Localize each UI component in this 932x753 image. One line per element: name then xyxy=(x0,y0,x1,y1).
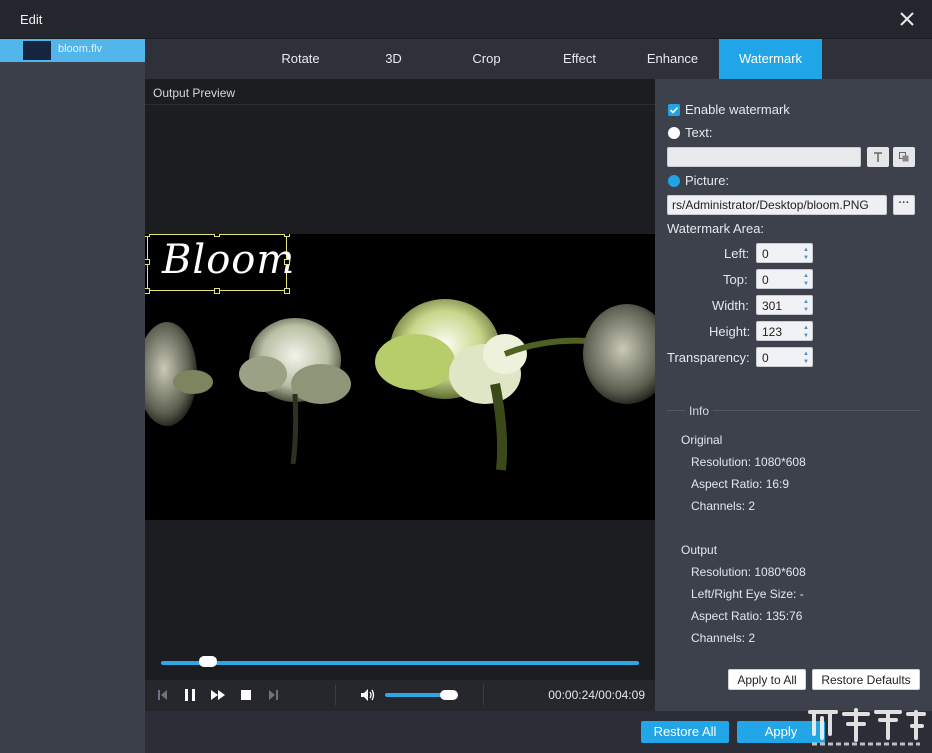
output-preview-panel: Output Preview Bloom xyxy=(145,79,655,711)
tab-effect[interactable]: Effect xyxy=(533,39,626,79)
copy-icon xyxy=(899,152,909,162)
height-spinbox[interactable]: 123 ▲ ▼ xyxy=(756,321,813,341)
control-separator xyxy=(483,685,484,705)
top-label: Top: xyxy=(723,272,748,287)
watermark-area-label: Watermark Area: xyxy=(667,221,765,236)
transparency-spinbox[interactable]: 0 ▲ ▼ xyxy=(756,347,813,367)
output-eye-size: Left/Right Eye Size: - xyxy=(691,587,804,601)
restore-defaults-button[interactable]: Restore Defaults xyxy=(812,669,920,690)
picture-radio[interactable] xyxy=(668,175,680,187)
spin-up-icon[interactable]: ▲ xyxy=(803,299,809,305)
file-list-sidebar: bloom.flv xyxy=(0,39,145,753)
spin-down-icon[interactable]: ▼ xyxy=(803,255,809,261)
transparency-value: 0 xyxy=(762,351,769,365)
video-frame: Bloom xyxy=(145,234,655,520)
top-value: 0 xyxy=(762,273,769,287)
resize-handle-top-left[interactable] xyxy=(145,234,150,237)
resize-handle-top[interactable] xyxy=(214,234,220,237)
file-name: bloom.flv xyxy=(58,43,103,55)
edit-tabs: Rotate 3D Crop Effect Enhance Watermark xyxy=(145,39,932,79)
text-label: Text: xyxy=(685,125,713,140)
control-separator xyxy=(335,685,336,705)
apply-to-all-button[interactable]: Apply to All xyxy=(728,669,806,690)
spin-up-icon[interactable]: ▲ xyxy=(803,247,809,253)
file-thumbnail xyxy=(23,41,51,60)
original-heading: Original xyxy=(681,433,723,447)
spin-up-icon[interactable]: ▲ xyxy=(803,273,809,279)
width-value: 301 xyxy=(762,299,783,313)
original-aspect-ratio: Aspect Ratio: 16:9 xyxy=(691,477,790,491)
resize-handle-left[interactable] xyxy=(145,259,150,265)
file-item[interactable]: bloom.flv xyxy=(0,39,145,62)
text-format-button[interactable] xyxy=(867,147,889,167)
watermark-text-input[interactable] xyxy=(667,147,861,167)
height-value: 123 xyxy=(762,325,783,339)
watermark-selection-box[interactable]: Bloom xyxy=(145,234,294,294)
previous-icon[interactable] xyxy=(153,686,171,704)
output-aspect-ratio: Aspect Ratio: 135:76 xyxy=(691,609,803,623)
resize-handle-top-right[interactable] xyxy=(284,234,290,237)
width-label: Width: xyxy=(712,298,749,313)
top-spinbox[interactable]: 0 ▲ ▼ xyxy=(756,269,813,289)
volume-icon[interactable] xyxy=(359,686,377,704)
info-heading: Info xyxy=(685,404,714,418)
width-spinbox[interactable]: 301 ▲ ▼ xyxy=(756,295,813,315)
tab-enhance[interactable]: Enhance xyxy=(626,39,719,79)
spin-down-icon[interactable]: ▼ xyxy=(803,359,809,365)
site-logo-stamp xyxy=(808,708,926,746)
output-resolution: Resolution: 1080*608 xyxy=(691,565,806,579)
transparency-label: Transparency: xyxy=(667,350,750,365)
original-resolution: Resolution: 1080*608 xyxy=(691,455,806,469)
watermark-text: Bloom xyxy=(162,237,296,283)
stop-icon[interactable] xyxy=(237,686,255,704)
tab-watermark[interactable]: Watermark xyxy=(719,39,822,79)
resize-handle-bottom-left[interactable] xyxy=(145,288,150,294)
tab-crop[interactable]: Crop xyxy=(440,39,533,79)
output-channels: Channels: 2 xyxy=(691,631,756,645)
tab-rotate[interactable]: Rotate xyxy=(254,39,347,79)
original-channels: Channels: 2 xyxy=(691,499,756,513)
enable-watermark-checkbox[interactable] xyxy=(668,104,680,116)
fast-forward-icon[interactable] xyxy=(209,686,227,704)
spin-down-icon[interactable]: ▼ xyxy=(803,333,809,339)
window-title: Edit xyxy=(20,12,43,27)
pause-icon[interactable] xyxy=(181,686,199,704)
output-heading: Output xyxy=(681,543,718,557)
close-icon[interactable] xyxy=(898,10,916,28)
left-label: Left: xyxy=(724,246,750,261)
spin-down-icon[interactable]: ▼ xyxy=(803,307,809,313)
preview-divider xyxy=(145,104,655,105)
volume-slider[interactable] xyxy=(385,690,458,700)
restore-all-button[interactable]: Restore All xyxy=(641,721,729,743)
picture-label: Picture: xyxy=(685,173,730,188)
watermark-settings-panel: Enable watermark Text: Picture: rs/Admin… xyxy=(655,79,932,711)
seek-bar[interactable] xyxy=(161,656,639,667)
timecode: 00:00:24/00:04:09 xyxy=(548,688,645,702)
resize-handle-bottom-right[interactable] xyxy=(284,288,290,294)
resize-handle-bottom[interactable] xyxy=(214,288,220,294)
spin-up-icon[interactable]: ▲ xyxy=(803,351,809,357)
next-icon[interactable] xyxy=(265,686,283,704)
volume-thumb[interactable] xyxy=(439,690,458,700)
enable-watermark-label: Enable watermark xyxy=(685,102,790,117)
spin-down-icon[interactable]: ▼ xyxy=(803,281,809,287)
left-value: 0 xyxy=(762,247,769,261)
spin-up-icon[interactable]: ▲ xyxy=(803,325,809,331)
title-bar: Edit xyxy=(0,0,932,39)
left-spinbox[interactable]: 0 ▲ ▼ xyxy=(756,243,813,263)
height-label: Height: xyxy=(709,324,751,339)
seek-thumb[interactable] xyxy=(198,656,217,667)
text-style-button[interactable] xyxy=(893,147,915,167)
tab-3d[interactable]: 3D xyxy=(347,39,440,79)
picture-path-input[interactable]: rs/Administrator/Desktop/bloom.PNG xyxy=(667,195,887,215)
preview-label: Output Preview xyxy=(153,86,236,100)
text-radio[interactable] xyxy=(668,127,680,139)
check-icon xyxy=(669,106,679,114)
resize-handle-right[interactable] xyxy=(284,259,290,265)
playback-controls: 00:00:24/00:04:09 xyxy=(145,680,655,711)
browse-picture-button[interactable]: ··· xyxy=(893,195,915,215)
text-format-icon xyxy=(874,152,882,162)
